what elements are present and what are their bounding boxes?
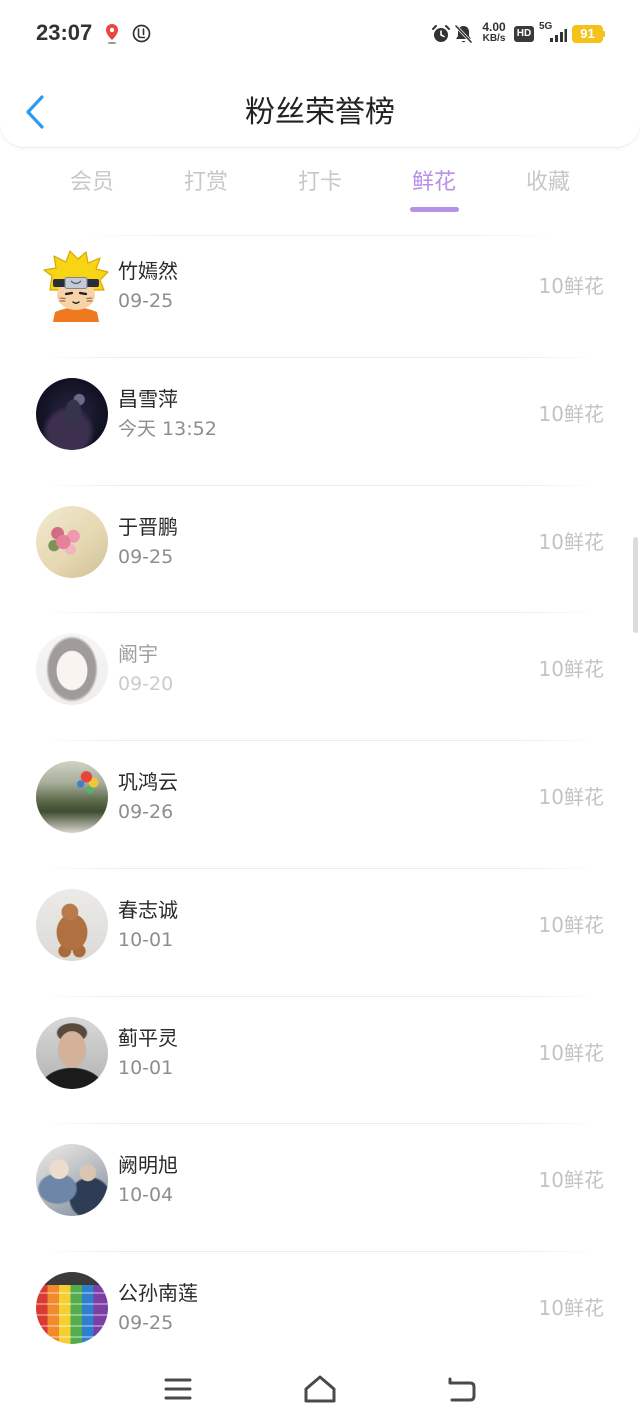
list-item[interactable]: 于晋鹏 09-25 10鲜花 (0, 486, 640, 614)
gift-date: 09-25 (118, 290, 174, 312)
avatar[interactable] (36, 633, 108, 706)
user-name: 阙明旭 (118, 1153, 178, 1178)
avatar[interactable] (36, 1272, 108, 1344)
ranking-list[interactable]: 竹嫣然 09-25 10鲜花 昌雪萍 今天 13:52 10鲜花 于晋鹏 09-… (0, 230, 640, 1356)
tab-reward[interactable]: 打赏 (149, 165, 263, 215)
network-speed-unit: KB/s (482, 33, 506, 44)
page-title: 粉丝荣誉榜 (245, 95, 395, 130)
nav-back-button[interactable] (422, 1356, 502, 1422)
gift-date: 09-26 (118, 801, 174, 823)
gift-date: 10-04 (118, 1184, 174, 1207)
user-name: 公孙南莲 (118, 1281, 198, 1305)
gift-date: 09-25 (118, 545, 174, 568)
gift-amount: 10鲜花 (538, 1168, 604, 1193)
tab-bar: 会员 打赏 打卡 鲜花 收藏 (35, 165, 605, 215)
gift-date: 09-20 (118, 673, 174, 696)
network-speed: 4.00 KB/s (479, 20, 509, 44)
avatar[interactable] (40, 250, 112, 322)
gift-amount: 10鲜花 (538, 529, 604, 554)
gift-date: 09-25 (118, 1312, 174, 1334)
tab-label: 打卡 (297, 170, 342, 195)
system-nav-bar (0, 1356, 640, 1422)
list-item[interactable]: 公孙南莲 09-25 10鲜花 (0, 1252, 640, 1356)
network-speed-value: 4.00 (482, 20, 506, 34)
user-name: 阚宇 (118, 642, 158, 667)
gift-date: 10-01 (118, 1056, 174, 1079)
battery-nub (603, 31, 605, 37)
list-item[interactable]: 昌雪萍 今天 13:52 10鲜花 (0, 358, 640, 486)
avatar[interactable] (36, 1016, 108, 1089)
gift-amount: 10鲜花 (538, 1040, 604, 1065)
list-item[interactable]: 蓟平灵 10-01 10鲜花 (0, 997, 640, 1125)
app-notification-icon (132, 24, 151, 43)
status-time: 23:07 (36, 20, 93, 45)
gift-amount: 10鲜花 (538, 401, 604, 426)
tab-member[interactable]: 会员 (35, 165, 149, 215)
user-name: 春志诚 (118, 897, 178, 922)
menu-icon[interactable] (164, 1377, 192, 1401)
tab-label: 会员 (69, 170, 114, 195)
signal-bars-icon (550, 29, 567, 42)
avatar-image (43, 250, 109, 322)
avatar[interactable] (36, 1144, 108, 1217)
battery-icon: 91 (572, 25, 603, 43)
bell-off-icon (454, 24, 473, 44)
tab-label: 鲜花 (411, 170, 456, 195)
gift-date: 今天 13:52 (118, 417, 217, 440)
tab-favorites[interactable]: 收藏 (491, 165, 605, 215)
user-name: 于晋鹏 (118, 514, 178, 539)
user-name: 巩鸿云 (118, 770, 178, 794)
user-name: 竹嫣然 (118, 259, 178, 283)
location-pin-icon (106, 24, 118, 44)
list-item[interactable]: 阚宇 09-20 10鲜花 (0, 613, 640, 741)
gift-date: 10-01 (118, 928, 174, 951)
avatar[interactable] (36, 505, 108, 578)
list-item[interactable]: 竹嫣然 09-25 10鲜花 (0, 230, 640, 358)
back-icon[interactable] (446, 1375, 478, 1403)
tab-active-indicator (409, 207, 459, 212)
nav-menu-button[interactable] (138, 1356, 218, 1422)
gift-amount: 10鲜花 (538, 912, 604, 937)
list-item[interactable]: 阙明旭 10-04 10鲜花 (0, 1124, 640, 1252)
list-item[interactable]: 春志诚 10-01 10鲜花 (0, 869, 640, 997)
gift-amount: 10鲜花 (538, 1296, 604, 1320)
avatar[interactable] (36, 761, 108, 833)
user-name: 蓟平灵 (118, 1025, 178, 1050)
gift-amount: 10鲜花 (538, 274, 604, 298)
tab-label: 收藏 (525, 170, 570, 195)
tab-checkin[interactable]: 打卡 (263, 165, 377, 215)
tab-label: 打赏 (183, 170, 228, 195)
hd-badge: HD (514, 26, 534, 42)
user-name: 昌雪萍 (118, 386, 178, 411)
avatar[interactable] (36, 888, 108, 961)
list-item[interactable]: 巩鸿云 09-26 10鲜花 (0, 741, 640, 869)
gift-amount: 10鲜花 (538, 657, 604, 682)
gift-amount: 10鲜花 (538, 785, 604, 809)
avatar[interactable] (36, 377, 108, 450)
scrollbar-thumb[interactable] (633, 537, 638, 633)
alarm-icon (432, 25, 450, 42)
top-bar: 23:07 4.00 KB/s HD 5G 91 粉丝荣誉榜 (0, 0, 640, 147)
home-icon[interactable] (303, 1374, 337, 1404)
nav-home-button[interactable] (280, 1356, 360, 1422)
